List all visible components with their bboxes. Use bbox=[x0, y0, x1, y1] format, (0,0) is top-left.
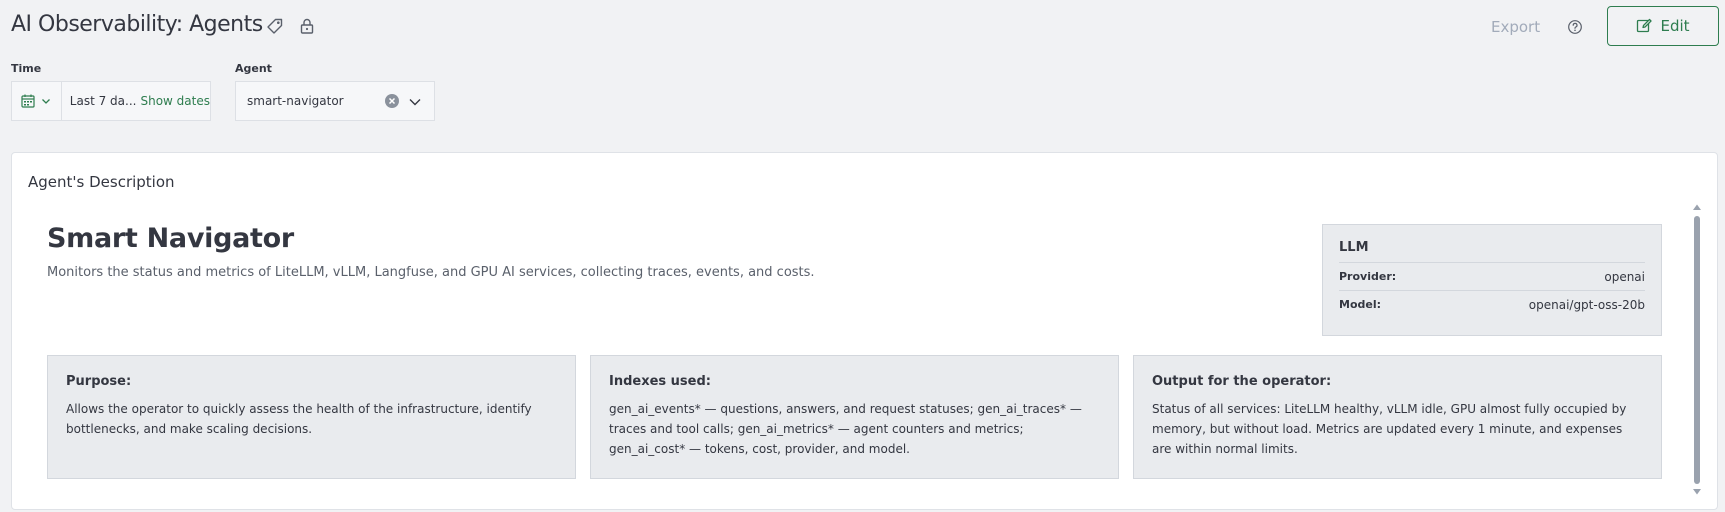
provider-value: openai bbox=[1604, 269, 1645, 284]
help-icon[interactable] bbox=[1567, 19, 1583, 35]
model-value: openai/gpt-oss-20b bbox=[1528, 297, 1645, 312]
export-button[interactable]: Export bbox=[1491, 18, 1540, 36]
page-header: AI Observability: Agents Export Edit bbox=[0, 0, 1725, 52]
card-text: Allows the operator to quickly assess th… bbox=[66, 402, 532, 436]
tag-icon[interactable] bbox=[266, 17, 284, 35]
indexes-card: Indexes used: gen_ai_events* — questions… bbox=[590, 355, 1119, 479]
llm-provider-row: Provider: openai bbox=[1339, 262, 1645, 290]
card-title: Output for the operator: bbox=[1152, 374, 1332, 389]
agent-filter-label: Agent bbox=[235, 62, 272, 75]
agent-description-panel: Agent's Description Smart Navigator Moni… bbox=[11, 152, 1718, 510]
agent-description: Monitors the status and metrics of LiteL… bbox=[47, 265, 815, 280]
time-filter-label: Time bbox=[11, 62, 42, 75]
time-picker: Last 7 da... Show dates bbox=[11, 81, 211, 121]
quick-select-button[interactable] bbox=[12, 82, 62, 120]
chevron-down-icon bbox=[42, 99, 51, 104]
vertical-scrollbar[interactable] bbox=[1691, 203, 1703, 498]
time-range-display[interactable]: Last 7 da... Show dates bbox=[62, 82, 210, 120]
card-title: Purpose: bbox=[66, 374, 132, 389]
llm-model-row: Model: openai/gpt-oss-20b bbox=[1339, 290, 1645, 318]
edit-button[interactable]: Edit bbox=[1607, 6, 1719, 46]
card-text: Status of all services: LiteLLM healthy,… bbox=[1152, 402, 1627, 456]
time-range-value: Last 7 da... bbox=[69, 94, 137, 108]
edit-button-label: Edit bbox=[1660, 17, 1690, 35]
calendar-icon bbox=[21, 94, 35, 108]
scrollbar-thumb[interactable] bbox=[1694, 216, 1700, 484]
scroll-down-arrow-icon[interactable] bbox=[1692, 488, 1702, 496]
show-dates-link[interactable]: Show dates bbox=[140, 94, 210, 108]
chevron-down-icon[interactable] bbox=[408, 95, 422, 109]
pencil-icon bbox=[1637, 18, 1653, 33]
llm-title: LLM bbox=[1339, 240, 1369, 255]
agent-select[interactable]: smart-navigator bbox=[235, 81, 435, 121]
output-card: Output for the operator: Status of all s… bbox=[1133, 355, 1662, 479]
page-title: AI Observability: Agents bbox=[11, 12, 263, 37]
lock-icon[interactable] bbox=[298, 17, 316, 35]
card-text: gen_ai_events* — questions, answers, and… bbox=[609, 402, 1082, 456]
agent-name: Smart Navigator bbox=[47, 223, 294, 254]
clear-icon[interactable] bbox=[384, 93, 400, 109]
panel-title: Agent's Description bbox=[28, 173, 175, 191]
card-title: Indexes used: bbox=[609, 374, 711, 389]
purpose-card: Purpose: Allows the operator to quickly … bbox=[47, 355, 576, 479]
agent-select-value: smart-navigator bbox=[247, 94, 344, 108]
model-label: Model: bbox=[1339, 298, 1382, 311]
provider-label: Provider: bbox=[1339, 270, 1397, 283]
llm-info-box: LLM Provider: openai Model: openai/gpt-o… bbox=[1322, 224, 1662, 336]
scroll-up-arrow-icon[interactable] bbox=[1692, 203, 1702, 211]
